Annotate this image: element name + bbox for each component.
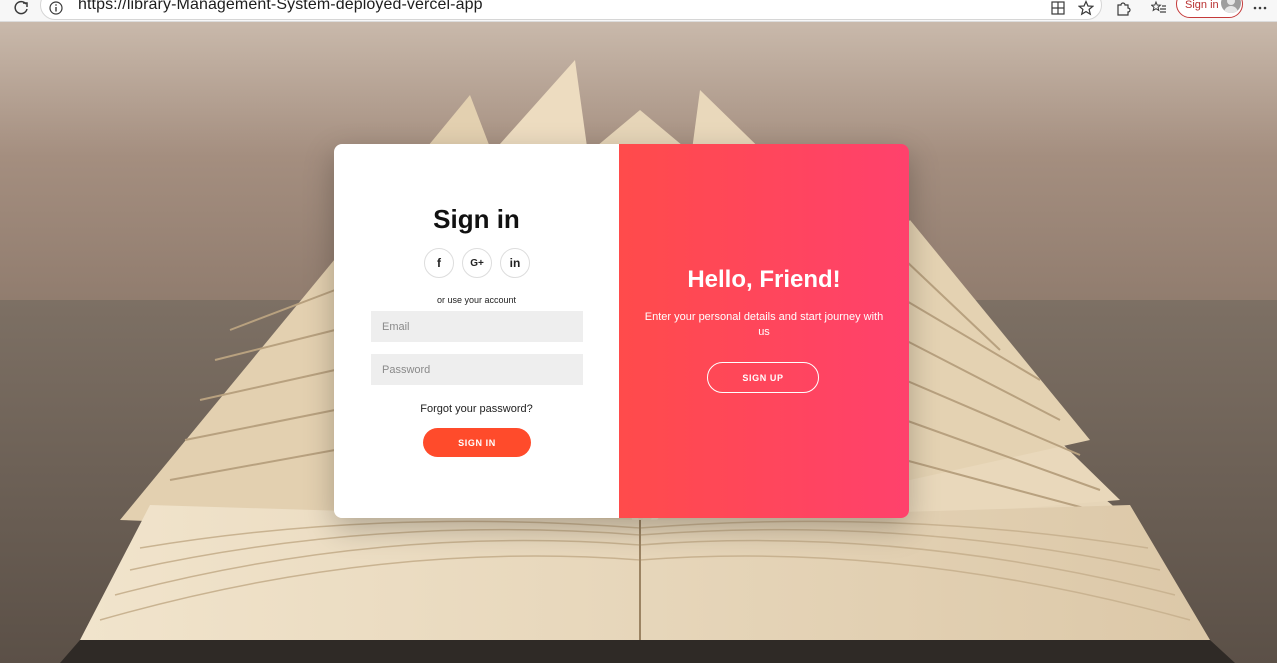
use-account-hint: or use your account	[436, 295, 517, 305]
more-menu-icon[interactable]	[1252, 0, 1268, 16]
url-text[interactable]: https://library-Management-System-deploy…	[78, 0, 483, 14]
sign-in-button[interactable]: SIGN IN	[423, 428, 531, 457]
social-login-group: f G+ in	[424, 248, 534, 280]
sign-in-panel: Sign in f G+ in or use your account Forg…	[334, 144, 619, 518]
profile-sign-in-button[interactable]: Sign in	[1176, 0, 1243, 18]
browser-toolbar: https://library-Management-System-deploy…	[0, 0, 1277, 22]
facebook-icon: f	[437, 256, 441, 270]
linkedin-button[interactable]: in	[500, 248, 530, 278]
sign-up-subtitle: Enter your personal details and start jo…	[644, 311, 884, 338]
google-plus-button[interactable]: G+	[462, 248, 492, 278]
split-screen-icon[interactable]	[1050, 0, 1066, 16]
sign-up-button[interactable]: SIGN UP	[707, 362, 819, 393]
sign-up-overlay-panel: Hello, Friend! Enter your personal detai…	[619, 144, 909, 518]
sign-in-title: Sign in	[433, 204, 520, 234]
extensions-icon[interactable]	[1114, 0, 1132, 16]
reload-icon[interactable]	[12, 0, 30, 16]
email-input[interactable]	[371, 311, 583, 342]
facebook-button[interactable]: f	[424, 248, 454, 278]
forgot-password-link[interactable]: Forgot your password?	[334, 403, 619, 415]
profile-avatar-icon	[1221, 0, 1241, 13]
google-plus-icon: G+	[470, 257, 484, 269]
auth-card: Sign in f G+ in or use your account Forg…	[334, 144, 909, 518]
linkedin-icon: in	[509, 256, 521, 270]
profile-sign-in-label: Sign in	[1185, 0, 1219, 11]
info-icon[interactable]	[48, 0, 64, 16]
hello-friend-title: Hello, Friend!	[687, 266, 841, 293]
favorite-star-icon[interactable]	[1077, 0, 1095, 16]
favorites-icon[interactable]	[1150, 0, 1168, 16]
password-input[interactable]	[371, 354, 583, 385]
